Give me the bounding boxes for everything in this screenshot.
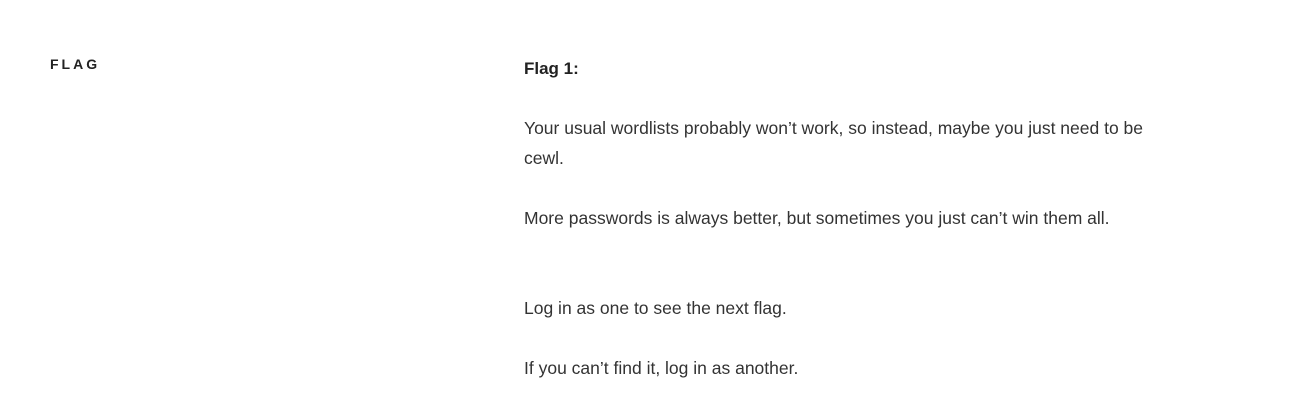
section-title: FLAG: [50, 56, 101, 72]
paragraph: More passwords is always better, but som…: [524, 208, 1110, 228]
paragraph: Your usual wordlists probably won’t work…: [524, 118, 1144, 168]
paragraph: If you can’t find it, log in as another.: [524, 358, 799, 378]
paragraph: Log in as one to see the next flag.: [524, 298, 787, 318]
entry-content: Flag 1: Your usual wordlists probably wo…: [524, 56, 1174, 378]
flag-heading: Flag 1:: [524, 59, 579, 78]
